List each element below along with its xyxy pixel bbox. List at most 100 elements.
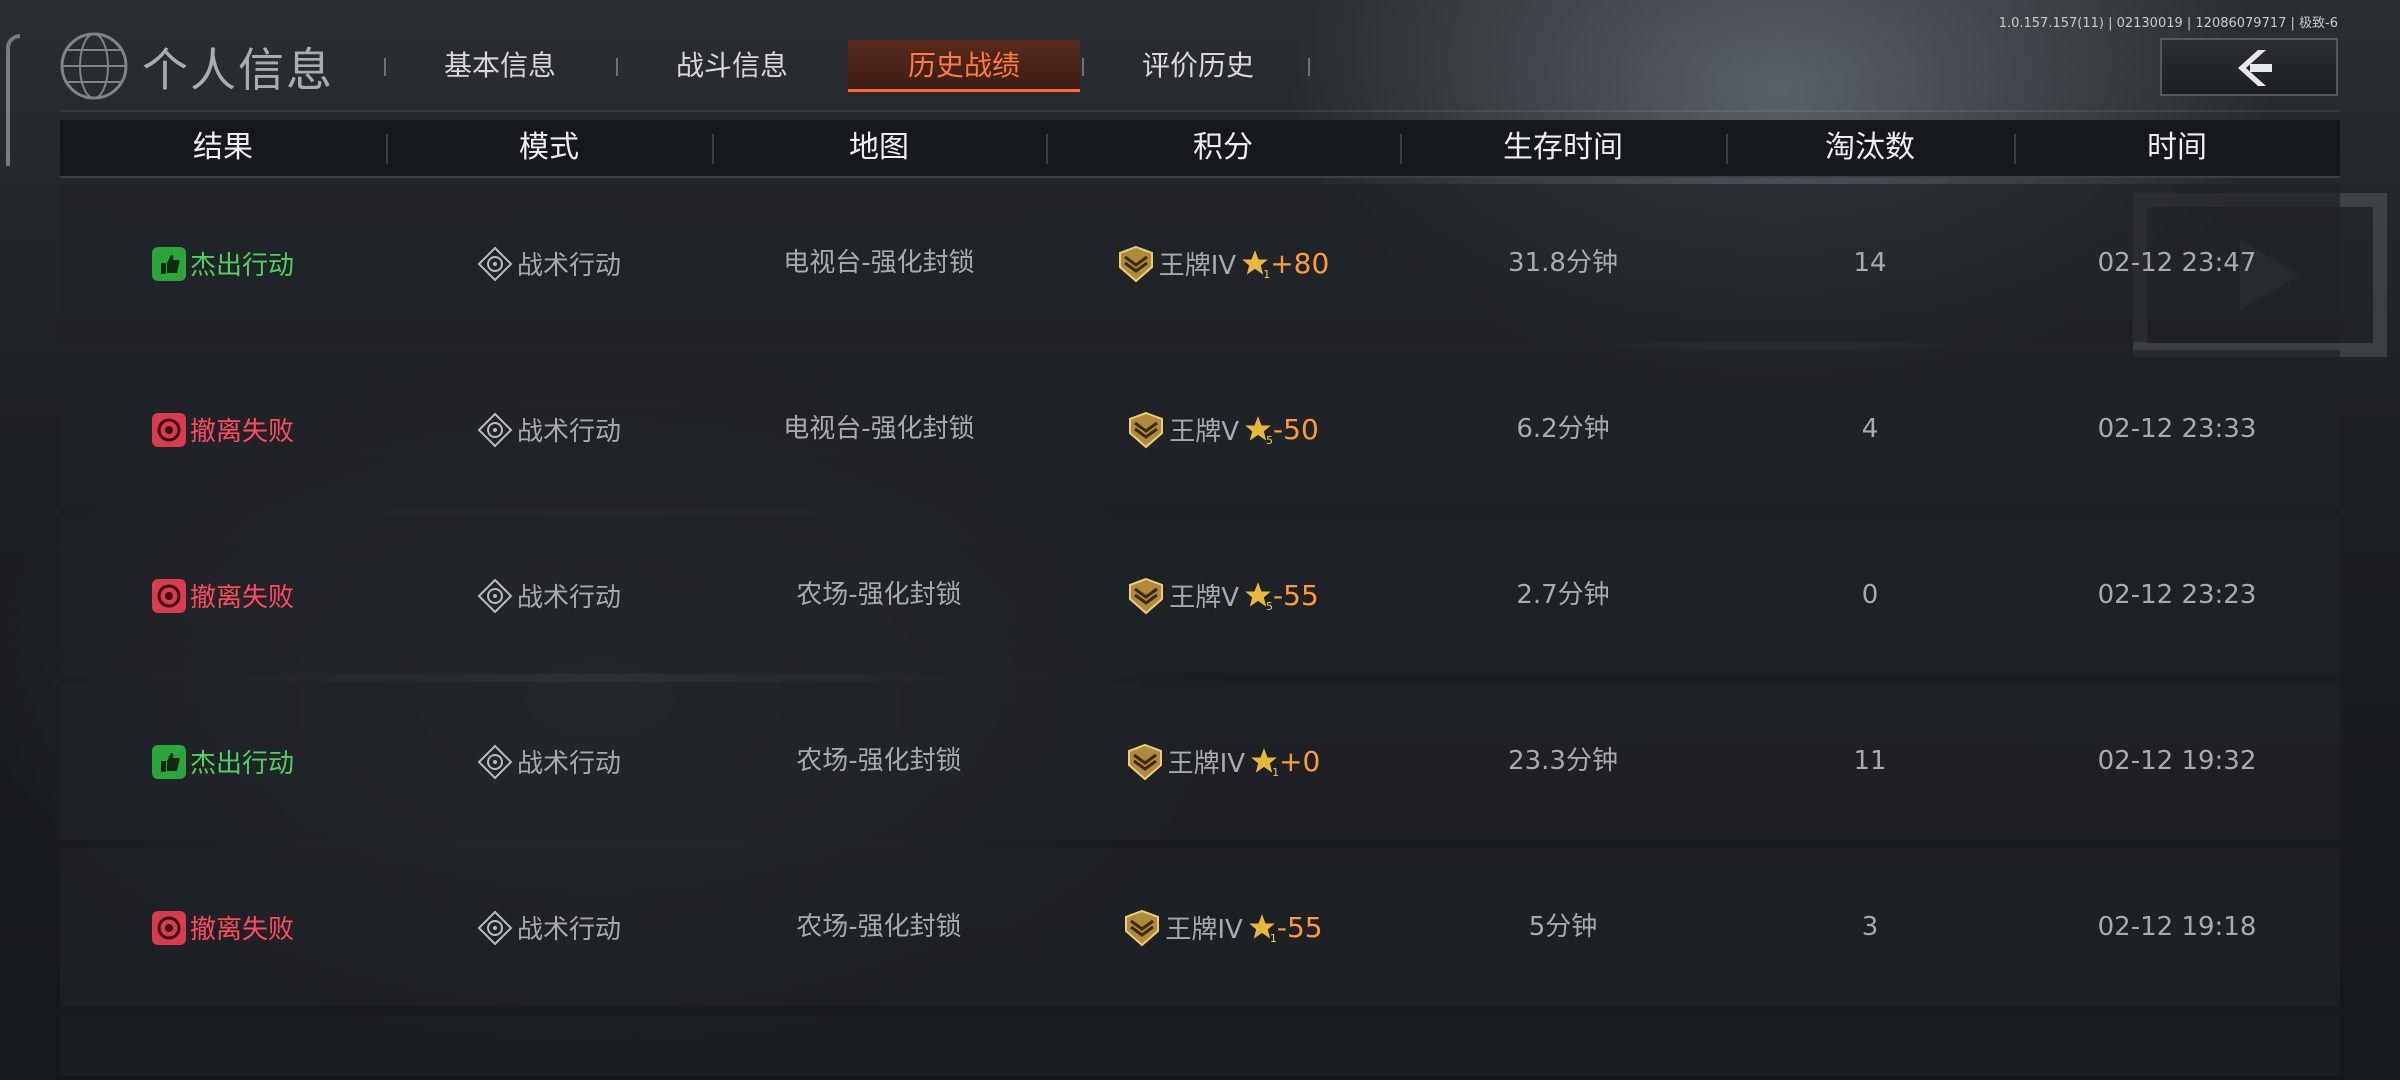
mode-label: 战术行动 — [516, 915, 621, 945]
column-header-result: 结果 — [193, 130, 253, 165]
table-row[interactable]: 杰出行动 战术行动 电视台-强化封锁 王牌IV 1 +80 31.8分钟 14 02-12 23… — [60, 184, 2340, 342]
result-label: 杰出行动 — [189, 749, 294, 779]
star-level: 5 — [1266, 599, 1274, 613]
column-header-mode: 模式 — [519, 130, 579, 165]
chevron-left-icon — [2238, 50, 2272, 86]
map-cell: 电视台-强化封锁 — [783, 414, 975, 444]
rank-label: 王牌IV — [1165, 915, 1243, 945]
score-cell: 王牌IV 1 -55 — [1046, 848, 1400, 1006]
result-cell: 杰出行动 — [60, 184, 386, 342]
mode-cell: 战术行动 — [386, 682, 712, 840]
table-row[interactable]: 杰出行动 战术行动 农场-强化封锁 王牌IV 1 +0 23.3分钟 11 02-12 19:3… — [60, 682, 2340, 840]
map-cell: 电视台-强化封锁 — [783, 248, 975, 278]
map-cell: 农场-强化封锁 — [796, 912, 962, 942]
column-header-time: 时间 — [2147, 130, 2207, 165]
match-time-cell: 02-12 23:33 — [2097, 414, 2257, 444]
result-label: 杰出行动 — [189, 251, 294, 281]
mode-icon — [477, 910, 513, 945]
tab-separator — [616, 58, 618, 76]
mode-cell: 战术行动 — [386, 516, 712, 674]
thumbs-up-icon — [151, 744, 186, 779]
kills-cell: 4 — [1861, 414, 1879, 444]
back-button[interactable] — [2160, 38, 2338, 96]
survival-time-cell: 6.2分钟 — [1516, 414, 1610, 444]
score-delta: +0 — [1279, 745, 1321, 778]
table-row[interactable]: 撤离失败 战术行动 农场-强化封锁 王牌IV 1 -55 5分钟 3 02-12 19:18 — [60, 848, 2340, 1006]
kills-cell: 14 — [1853, 248, 1887, 278]
rank-badge-icon — [1129, 411, 1164, 448]
mode-icon — [477, 578, 513, 613]
tab-match-history[interactable]: 历史战绩 — [848, 40, 1080, 92]
rank-badge-icon — [1129, 577, 1164, 614]
column-header-kills: 淘汰数 — [1825, 130, 1915, 165]
version-info: 1.0.157.157(11) | 02130019 | 12086079717… — [1998, 16, 2338, 31]
column-header-survival: 生存时间 — [1503, 130, 1623, 165]
fail-icon — [151, 578, 186, 613]
mode-label: 战术行动 — [516, 583, 621, 613]
map-cell: 农场-强化封锁 — [796, 746, 962, 776]
star-level: 1 — [1263, 267, 1271, 281]
star-badge: 1 — [1240, 249, 1271, 281]
mode-cell: 战术行动 — [386, 184, 712, 342]
map-cell: 农场-强化封锁 — [796, 580, 962, 610]
result-cell: 杰出行动 — [60, 682, 386, 840]
star-badge: 5 — [1243, 581, 1274, 613]
mode-cell: 战术行动 — [386, 350, 712, 508]
star-level: 5 — [1266, 433, 1274, 447]
star-level: 1 — [1272, 765, 1280, 779]
fail-icon — [151, 412, 186, 447]
table-row[interactable]: 撤离失败 战术行动 农场-强化封锁 王牌V 5 -55 2.7分钟 0 02-12 23:23 — [60, 516, 2340, 674]
thumbs-up-icon — [151, 246, 186, 281]
tab-rating-history[interactable]: 评价历史 — [1118, 40, 1278, 92]
score-delta: -55 — [1276, 911, 1323, 944]
star-level: 1 — [1269, 931, 1277, 945]
result-cell: 撤离失败 — [60, 350, 386, 508]
mode-icon — [477, 246, 513, 281]
rank-badge-icon — [1118, 245, 1153, 282]
column-header-score: 积分 — [1193, 130, 1253, 165]
kills-cell: 0 — [1861, 580, 1879, 610]
rank-badge-icon — [1125, 909, 1160, 946]
match-time-cell: 02-12 23:23 — [2097, 580, 2257, 610]
mode-icon — [477, 412, 513, 447]
match-time-cell: 02-12 19:32 — [2097, 746, 2257, 776]
survival-time-cell: 5分钟 — [1528, 912, 1598, 942]
result-cell: 撤离失败 — [60, 516, 386, 674]
table-header: 结果 模式 地图 积分 生存时间 淘汰数 时间 — [60, 120, 2340, 178]
column-header-map: 地图 — [849, 130, 909, 165]
survival-time-cell: 23.3分钟 — [1508, 746, 1618, 776]
mode-label: 战术行动 — [516, 251, 621, 281]
mode-cell: 战术行动 — [386, 848, 712, 1006]
score-delta: -55 — [1273, 579, 1319, 612]
survival-time-cell: 31.8分钟 — [1508, 248, 1618, 278]
star-badge: 1 — [1247, 913, 1277, 945]
header: 个人信息 基本信息 战斗信息 历史战绩 评价历史 1.0.157.157(11)… — [0, 0, 2400, 112]
globe-icon — [60, 32, 128, 100]
score-cell: 王牌V 5 -55 — [1046, 516, 1400, 674]
tab-separator — [384, 58, 386, 76]
partial-row — [60, 1016, 2340, 1076]
page-title: 个人信息 — [142, 43, 334, 97]
rank-badge-icon — [1127, 743, 1162, 780]
match-time-cell: 02-12 23:47 — [2097, 248, 2257, 278]
mode-label: 战术行动 — [516, 749, 621, 779]
score-cell: 王牌IV 1 +0 — [1046, 682, 1400, 840]
header-divider — [60, 110, 2340, 112]
rank-label: 王牌IV — [1158, 251, 1237, 281]
tab-basic-info[interactable]: 基本信息 — [420, 40, 580, 92]
result-label: 撤离失败 — [189, 417, 294, 447]
survival-time-cell: 2.7分钟 — [1516, 580, 1610, 610]
star-badge: 5 — [1243, 415, 1274, 447]
result-cell: 撤离失败 — [60, 848, 386, 1006]
score-delta: +80 — [1270, 247, 1330, 280]
kills-cell: 3 — [1861, 912, 1879, 942]
tab-battle-info[interactable]: 战斗信息 — [652, 40, 812, 92]
tab-separator — [1308, 58, 1310, 76]
table-row[interactable]: 撤离失败 战术行动 电视台-强化封锁 王牌V 5 -50 6.2分钟 4 02-12 23:33 — [60, 350, 2340, 508]
result-label: 撤离失败 — [189, 915, 294, 945]
mode-icon — [477, 744, 513, 779]
result-label: 撤离失败 — [189, 583, 294, 613]
fail-icon — [151, 910, 186, 945]
score-cell: 王牌IV 1 +80 — [1046, 184, 1400, 342]
kills-cell: 11 — [1853, 746, 1887, 776]
